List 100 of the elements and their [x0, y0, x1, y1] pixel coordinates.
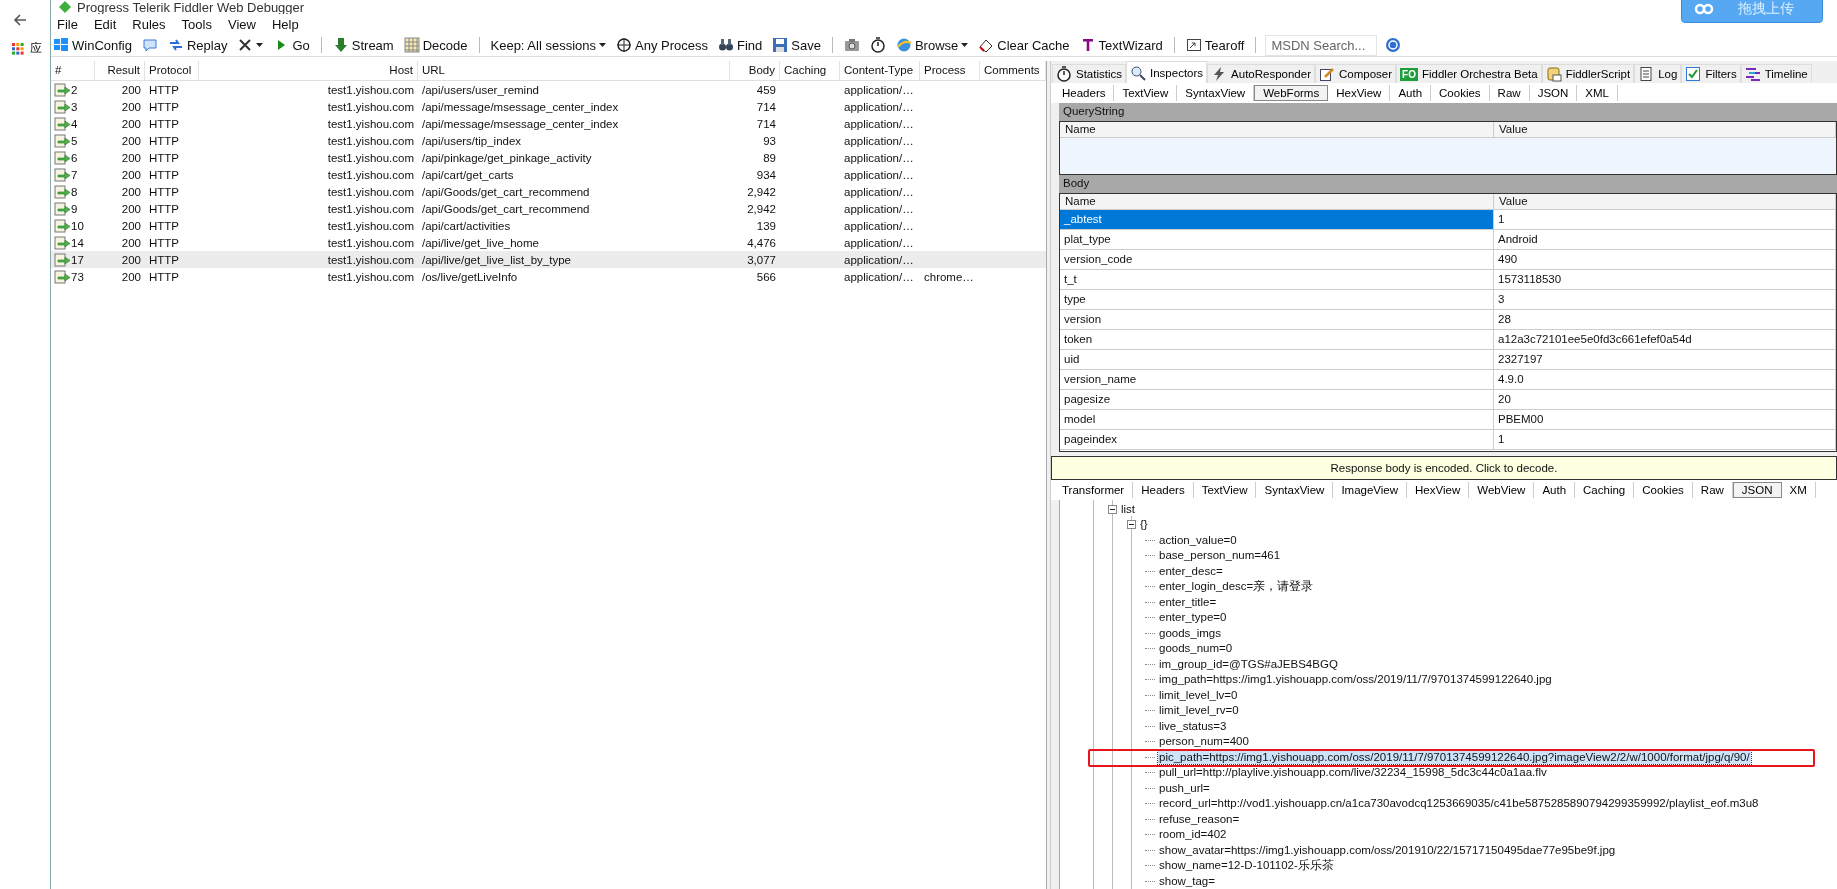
tab[interactable]: Raw	[1489, 85, 1530, 101]
tree-node[interactable]: enter_type=0	[1158, 611, 1228, 625]
tab[interactable]: Log	[1634, 64, 1682, 83]
tab[interactable]: WebView	[1469, 481, 1535, 498]
tree-node[interactable]: enter_desc=	[1158, 564, 1224, 578]
table-cell[interactable]: uid	[1060, 349, 1494, 369]
tree-node[interactable]: action_value=0	[1158, 533, 1238, 547]
tab[interactable]: WebForms	[1254, 85, 1329, 101]
collapse-toggle-icon[interactable]	[1127, 520, 1136, 530]
tab[interactable]: HexView	[1407, 481, 1470, 498]
session-row[interactable]: 3 200 HTTP test1.yishou.com /api/message/msessage_center_index 714 application/…	[51, 98, 1046, 115]
session-row[interactable]: 9 200 HTTP test1.yishou.com /api/Goods/get_cart_recommend 2,942 application/…	[51, 200, 1046, 217]
collapse-toggle-icon[interactable]	[1108, 504, 1117, 514]
search-field[interactable]: MSDN Search...	[1265, 34, 1378, 56]
column-header[interactable]: Caching	[780, 61, 840, 80]
tab[interactable]: AutoResponder	[1207, 64, 1315, 83]
toolbar-button[interactable]: TextWizard	[1077, 36, 1165, 54]
toolbar-button[interactable]: Find	[716, 36, 765, 54]
column-header[interactable]: URL	[418, 61, 730, 80]
tab[interactable]: ImageView	[1333, 481, 1408, 498]
tree-node[interactable]: room_id=402	[1158, 828, 1228, 842]
session-row[interactable]: 10 200 HTTP test1.yishou.com /api/cart/activities 139 application/…	[51, 217, 1046, 234]
tab[interactable]: HexView	[1328, 85, 1391, 101]
tab[interactable]: FO Fiddler Orchestra Beta	[1396, 64, 1542, 83]
tree-node[interactable]: live_status=3	[1158, 719, 1228, 733]
session-row[interactable]: 2 200 HTTP test1.yishou.com /api/users/user_remind 459 application/…	[51, 81, 1046, 98]
table-cell[interactable]: t_t	[1060, 269, 1494, 289]
tree-node[interactable]: {}	[1139, 518, 1149, 532]
column-header[interactable]: Body	[730, 61, 780, 80]
session-row[interactable]: 4 200 HTTP test1.yishou.com /api/message/msessage_center_index 714 application/…	[51, 115, 1046, 132]
tab[interactable]: Filters	[1681, 64, 1741, 83]
tab[interactable]: Headers	[1133, 481, 1194, 498]
tree-node[interactable]: list	[1120, 502, 1137, 516]
tree-node[interactable]: base_person_num=461	[1158, 549, 1282, 563]
tree-node[interactable]: pull_url=http://playlive.yishouapp.com/live/32234_15998_5dc3c44c0a1aa.flv	[1158, 766, 1548, 780]
menu-item[interactable]: View	[227, 16, 256, 32]
tree-node[interactable]: show_name=12-D-101102-乐乐茶	[1158, 859, 1335, 873]
tree-node[interactable]: push_url=	[1158, 781, 1211, 795]
tree-node[interactable]: show_avatar=https://img1.yishouapp.com/oss/201910/22/15717150495dae77e95be9f.jpg	[1158, 843, 1617, 857]
tab[interactable]: TextView	[1114, 85, 1178, 101]
tree-node[interactable]: goods_num=0	[1158, 642, 1234, 656]
tab[interactable]: SyntaxView	[1256, 481, 1334, 498]
tab[interactable]: Statistics	[1052, 64, 1126, 83]
session-row[interactable]: 7 200 HTTP test1.yishou.com /api/cart/get_carts 934 application/…	[51, 166, 1046, 183]
tab[interactable]: XM	[1781, 481, 1816, 498]
menu-item[interactable]: Rules	[132, 16, 166, 32]
tree-node[interactable]: person_num=400	[1158, 735, 1250, 749]
session-row[interactable]: 17 200 HTTP test1.yishou.com /api/live/get_live_list_by_type 3,077 application/…	[51, 251, 1046, 268]
toolbar-button[interactable]: Go	[271, 36, 312, 54]
toolbar-button[interactable]: Stream	[330, 36, 396, 54]
table-cell[interactable]: pagesize	[1060, 389, 1494, 409]
tab[interactable]: JSON	[1529, 85, 1578, 101]
session-row[interactable]: 14 200 HTTP test1.yishou.com /api/live/get_live_home 4,476 application/…	[51, 234, 1046, 251]
column-header[interactable]: Name	[1060, 193, 1494, 209]
tab[interactable]: Raw	[1692, 481, 1733, 498]
toolbar-button[interactable]: Save	[770, 36, 823, 54]
toolbar-button[interactable]: Clear Cache	[976, 36, 1072, 54]
tab[interactable]: Cookies	[1431, 85, 1490, 101]
tab[interactable]: Cookies	[1634, 481, 1693, 498]
session-row[interactable]: 5 200 HTTP test1.yishou.com /api/users/tip_index 93 application/…	[51, 132, 1046, 149]
tab[interactable]: JSON	[1732, 481, 1782, 498]
table-cell[interactable]: version	[1060, 309, 1494, 329]
menu-item[interactable]: File	[57, 16, 78, 32]
tab[interactable]: XML	[1577, 85, 1618, 101]
column-header[interactable]: Protocol	[145, 61, 199, 80]
tree-node[interactable]: enter_login_desc=亲，请登录	[1158, 580, 1315, 594]
tree-node[interactable]: refuse_reason=	[1158, 812, 1241, 826]
toolbar-button[interactable]: Browse	[893, 36, 971, 54]
tree-node[interactable]: show_tag=	[1158, 874, 1216, 888]
toolbar-button[interactable]: Decode	[401, 36, 470, 54]
table-cell[interactable]: version_code	[1060, 249, 1494, 269]
tab[interactable]: Auth	[1390, 85, 1432, 101]
column-header[interactable]: Value	[1494, 193, 1836, 209]
apps-grid-icon[interactable]	[12, 42, 24, 55]
tree-node[interactable]: img_path=https://img1.yishouapp.com/oss/2019/11/7/9701374599122640.jpg	[1158, 673, 1553, 687]
table-cell[interactable]: type	[1060, 289, 1494, 309]
table-cell[interactable]: token	[1060, 329, 1494, 349]
session-row[interactable]: 8 200 HTTP test1.yishou.com /api/Goods/get_cart_recommend 2,942 application/…	[51, 183, 1046, 200]
column-header[interactable]: Process	[920, 61, 980, 80]
tab[interactable]: FiddlerScript	[1541, 64, 1635, 83]
tree-node[interactable]: goods_imgs	[1158, 626, 1222, 640]
table-cell[interactable]: version_name	[1060, 369, 1494, 389]
column-header[interactable]: Result	[95, 61, 145, 80]
column-header[interactable]: Value	[1494, 121, 1836, 137]
session-row[interactable]: 6 200 HTTP test1.yishou.com /api/pinkage/get_pinkage_activity 89 application/…	[51, 149, 1046, 166]
toolbar-button[interactable]: Keep: All sessions	[488, 36, 608, 54]
toolbar-button[interactable]: Replay	[165, 36, 230, 54]
menu-item[interactable]: Edit	[93, 16, 117, 32]
column-header[interactable]: Content-Type	[840, 61, 920, 80]
session-row[interactable]: 73 200 HTTP test1.yishou.com /os/live/getLiveInfo 566 application/… chrome…	[51, 268, 1046, 285]
decode-notice-bar[interactable]: Response body is encoded. Click to decode.	[1051, 455, 1837, 480]
table-cell[interactable]: pageindex	[1060, 429, 1494, 449]
toolbar-button[interactable]: Tearoff	[1183, 36, 1247, 54]
tab[interactable]: Auth	[1534, 481, 1576, 498]
bookmark-label[interactable]: 应	[30, 40, 42, 57]
tab[interactable]: Headers	[1054, 85, 1115, 101]
tree-node[interactable]: limit_level_rv=0	[1158, 704, 1240, 718]
menu-item[interactable]: Tools	[181, 16, 212, 32]
tab[interactable]: Caching	[1575, 481, 1635, 498]
tab[interactable]: Timeline	[1740, 64, 1812, 83]
